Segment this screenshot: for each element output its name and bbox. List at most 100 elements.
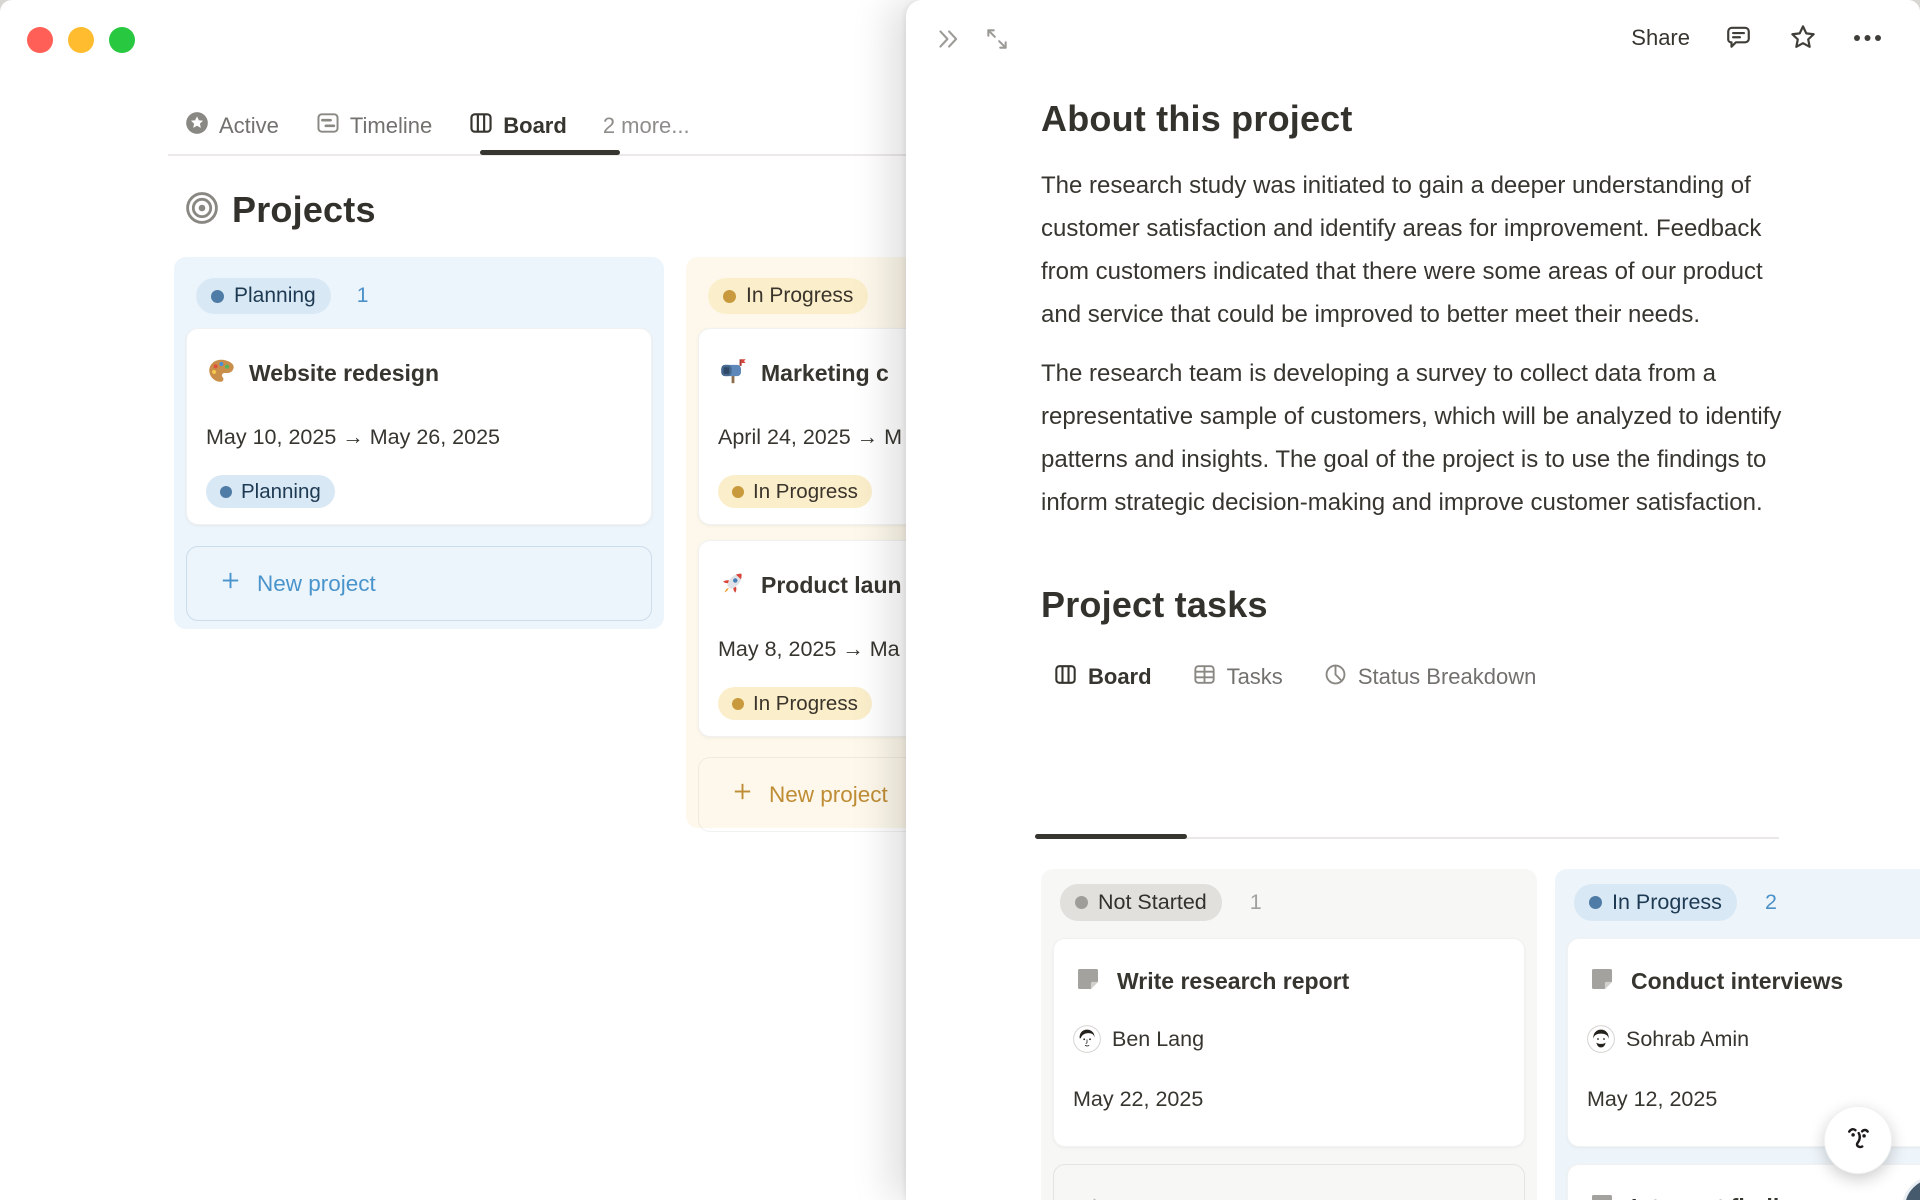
new-project-label: New project (769, 781, 888, 807)
card-title: Interpret findings (1631, 1194, 1820, 1200)
status-badge-not-started: Not Started (1060, 884, 1222, 921)
plus-icon (1083, 1195, 1106, 1200)
project-card-website-redesign[interactable]: Website redesign May 10, 2025 → May 26, … (186, 328, 652, 525)
tab-tasks-table[interactable]: Tasks (1192, 662, 1283, 693)
assignee-name: Ben Lang (1112, 1026, 1205, 1051)
status-dot (1075, 896, 1088, 909)
note-icon (1587, 1190, 1617, 1200)
tag-label: In Progress (753, 691, 858, 715)
status-label: Planning (234, 284, 316, 307)
side-peek-panel: Share About this project The research st… (906, 0, 1920, 1200)
avatar-sohrab-amin (1587, 1025, 1615, 1053)
status-label: In Progress (1612, 890, 1722, 914)
card-title: Product laun (761, 572, 902, 598)
window-controls (27, 27, 135, 53)
column-count: 1 (356, 284, 369, 307)
close-side-peek-chevrons-icon[interactable] (934, 26, 962, 52)
card-title: Website redesign (249, 360, 440, 386)
about-heading: About this project (1041, 98, 1353, 139)
status-dot (723, 289, 736, 303)
column-count: 2 (1764, 890, 1777, 914)
task-card-write-research-report[interactable]: Write research report Ben Lang May 22, 2… (1053, 938, 1525, 1147)
zoom-window-button[interactable] (109, 27, 135, 53)
ai-face-icon (1837, 1117, 1879, 1164)
new-task-button[interactable]: New task (1053, 1164, 1525, 1200)
card-status-tag: In Progress (718, 475, 872, 508)
page-title: Projects (184, 189, 376, 231)
favorite-star-icon[interactable] (1787, 22, 1819, 53)
column-header: Planning 1 (196, 278, 664, 314)
tab-timeline-view[interactable]: Timeline (315, 110, 432, 142)
rocket-emoji-icon (718, 568, 748, 603)
timeline-icon (315, 110, 341, 142)
about-paragraph-1: The research study was initiated to gain… (1041, 172, 1763, 328)
tab-label: 2 more... (602, 113, 690, 138)
status-dot (732, 697, 744, 710)
plus-icon (731, 780, 754, 809)
column-header: In Progress 2 (1574, 884, 1920, 921)
tab-tasks-board[interactable]: Board (1053, 662, 1152, 693)
new-task-label: New task (1120, 1196, 1213, 1200)
table-icon (1192, 662, 1217, 693)
panel-toolbar-left (934, 26, 1010, 52)
tasks-column-not-started: Not Started 1 Write research report Ben … (1041, 869, 1537, 1200)
tab-label: Status Breakdown (1357, 664, 1537, 689)
page-title-text: Projects (232, 189, 376, 230)
star-circle-icon (184, 110, 210, 142)
tab-label: Board (503, 113, 567, 138)
status-dot (211, 289, 224, 303)
tab-label: Timeline (349, 113, 433, 138)
tag-label: In Progress (753, 479, 858, 503)
board-icon (1053, 662, 1078, 693)
new-project-label: New project (257, 570, 376, 596)
status-dot (732, 485, 744, 498)
panel-content: About this project The research study wa… (1041, 0, 1783, 699)
status-dot (1589, 896, 1602, 909)
tab-board-view[interactable]: Board (468, 110, 567, 142)
tasks-view-tabs: Board Tasks Status Breakdown (1041, 655, 1783, 699)
card-date: May 22, 2025 (1073, 1087, 1204, 1111)
tab-label: Tasks (1226, 664, 1283, 689)
avatar-ben-lang (1073, 1025, 1101, 1053)
plus-icon (219, 569, 242, 598)
column-header: Not Started 1 (1060, 884, 1537, 921)
tab-status-breakdown[interactable]: Status Breakdown (1323, 662, 1537, 693)
status-badge-planning: Planning (196, 278, 331, 314)
status-label: In Progress (746, 284, 854, 307)
target-icon (184, 190, 220, 231)
card-status-tag: Planning (206, 475, 335, 508)
tab-label: Active (219, 113, 279, 138)
tag-label: Planning (241, 479, 321, 503)
new-project-button-planning[interactable]: New project (186, 546, 652, 621)
minimize-window-button[interactable] (68, 27, 94, 53)
status-badge-in-progress: In Progress (1574, 884, 1737, 921)
app-window: Active Timeline Board 2 more... Projects (0, 0, 1920, 1200)
assignee-name: Sohrab Amin (1626, 1026, 1750, 1051)
card-status-tag: In Progress (718, 687, 872, 720)
active-tab-underline (480, 150, 620, 155)
status-badge-in-progress: In Progress (708, 278, 869, 314)
card-title: Write research report (1117, 968, 1350, 994)
card-title: Conduct interviews (1631, 968, 1844, 994)
column-count: 1 (1249, 890, 1262, 914)
pie-chart-icon (1323, 662, 1348, 693)
tab-active-view[interactable]: Active (184, 110, 279, 142)
active-tab-underline (1035, 834, 1187, 839)
mailbox-emoji-icon (718, 356, 748, 391)
view-tabs: Active Timeline Board 2 more... (184, 103, 690, 149)
close-window-button[interactable] (27, 27, 53, 53)
note-icon (1587, 964, 1617, 999)
card-date-range: May 10, 2025 → May 26, 2025 (206, 425, 501, 449)
board-icon (468, 110, 494, 142)
palette-emoji-icon (206, 356, 236, 391)
expand-page-icon[interactable] (984, 26, 1010, 52)
status-dot (220, 485, 232, 498)
more-options-icon[interactable] (1852, 33, 1883, 43)
card-title: Marketing c (761, 360, 889, 386)
about-paragraph-2: The research team is developing a survey… (1041, 360, 1782, 516)
notion-ai-button[interactable] (1824, 1106, 1892, 1174)
tab-label: Board (1088, 664, 1152, 689)
tab-more-views[interactable]: 2 more... (603, 113, 690, 139)
project-tasks-heading: Project tasks (1041, 584, 1268, 625)
status-label: Not Started (1098, 890, 1207, 914)
